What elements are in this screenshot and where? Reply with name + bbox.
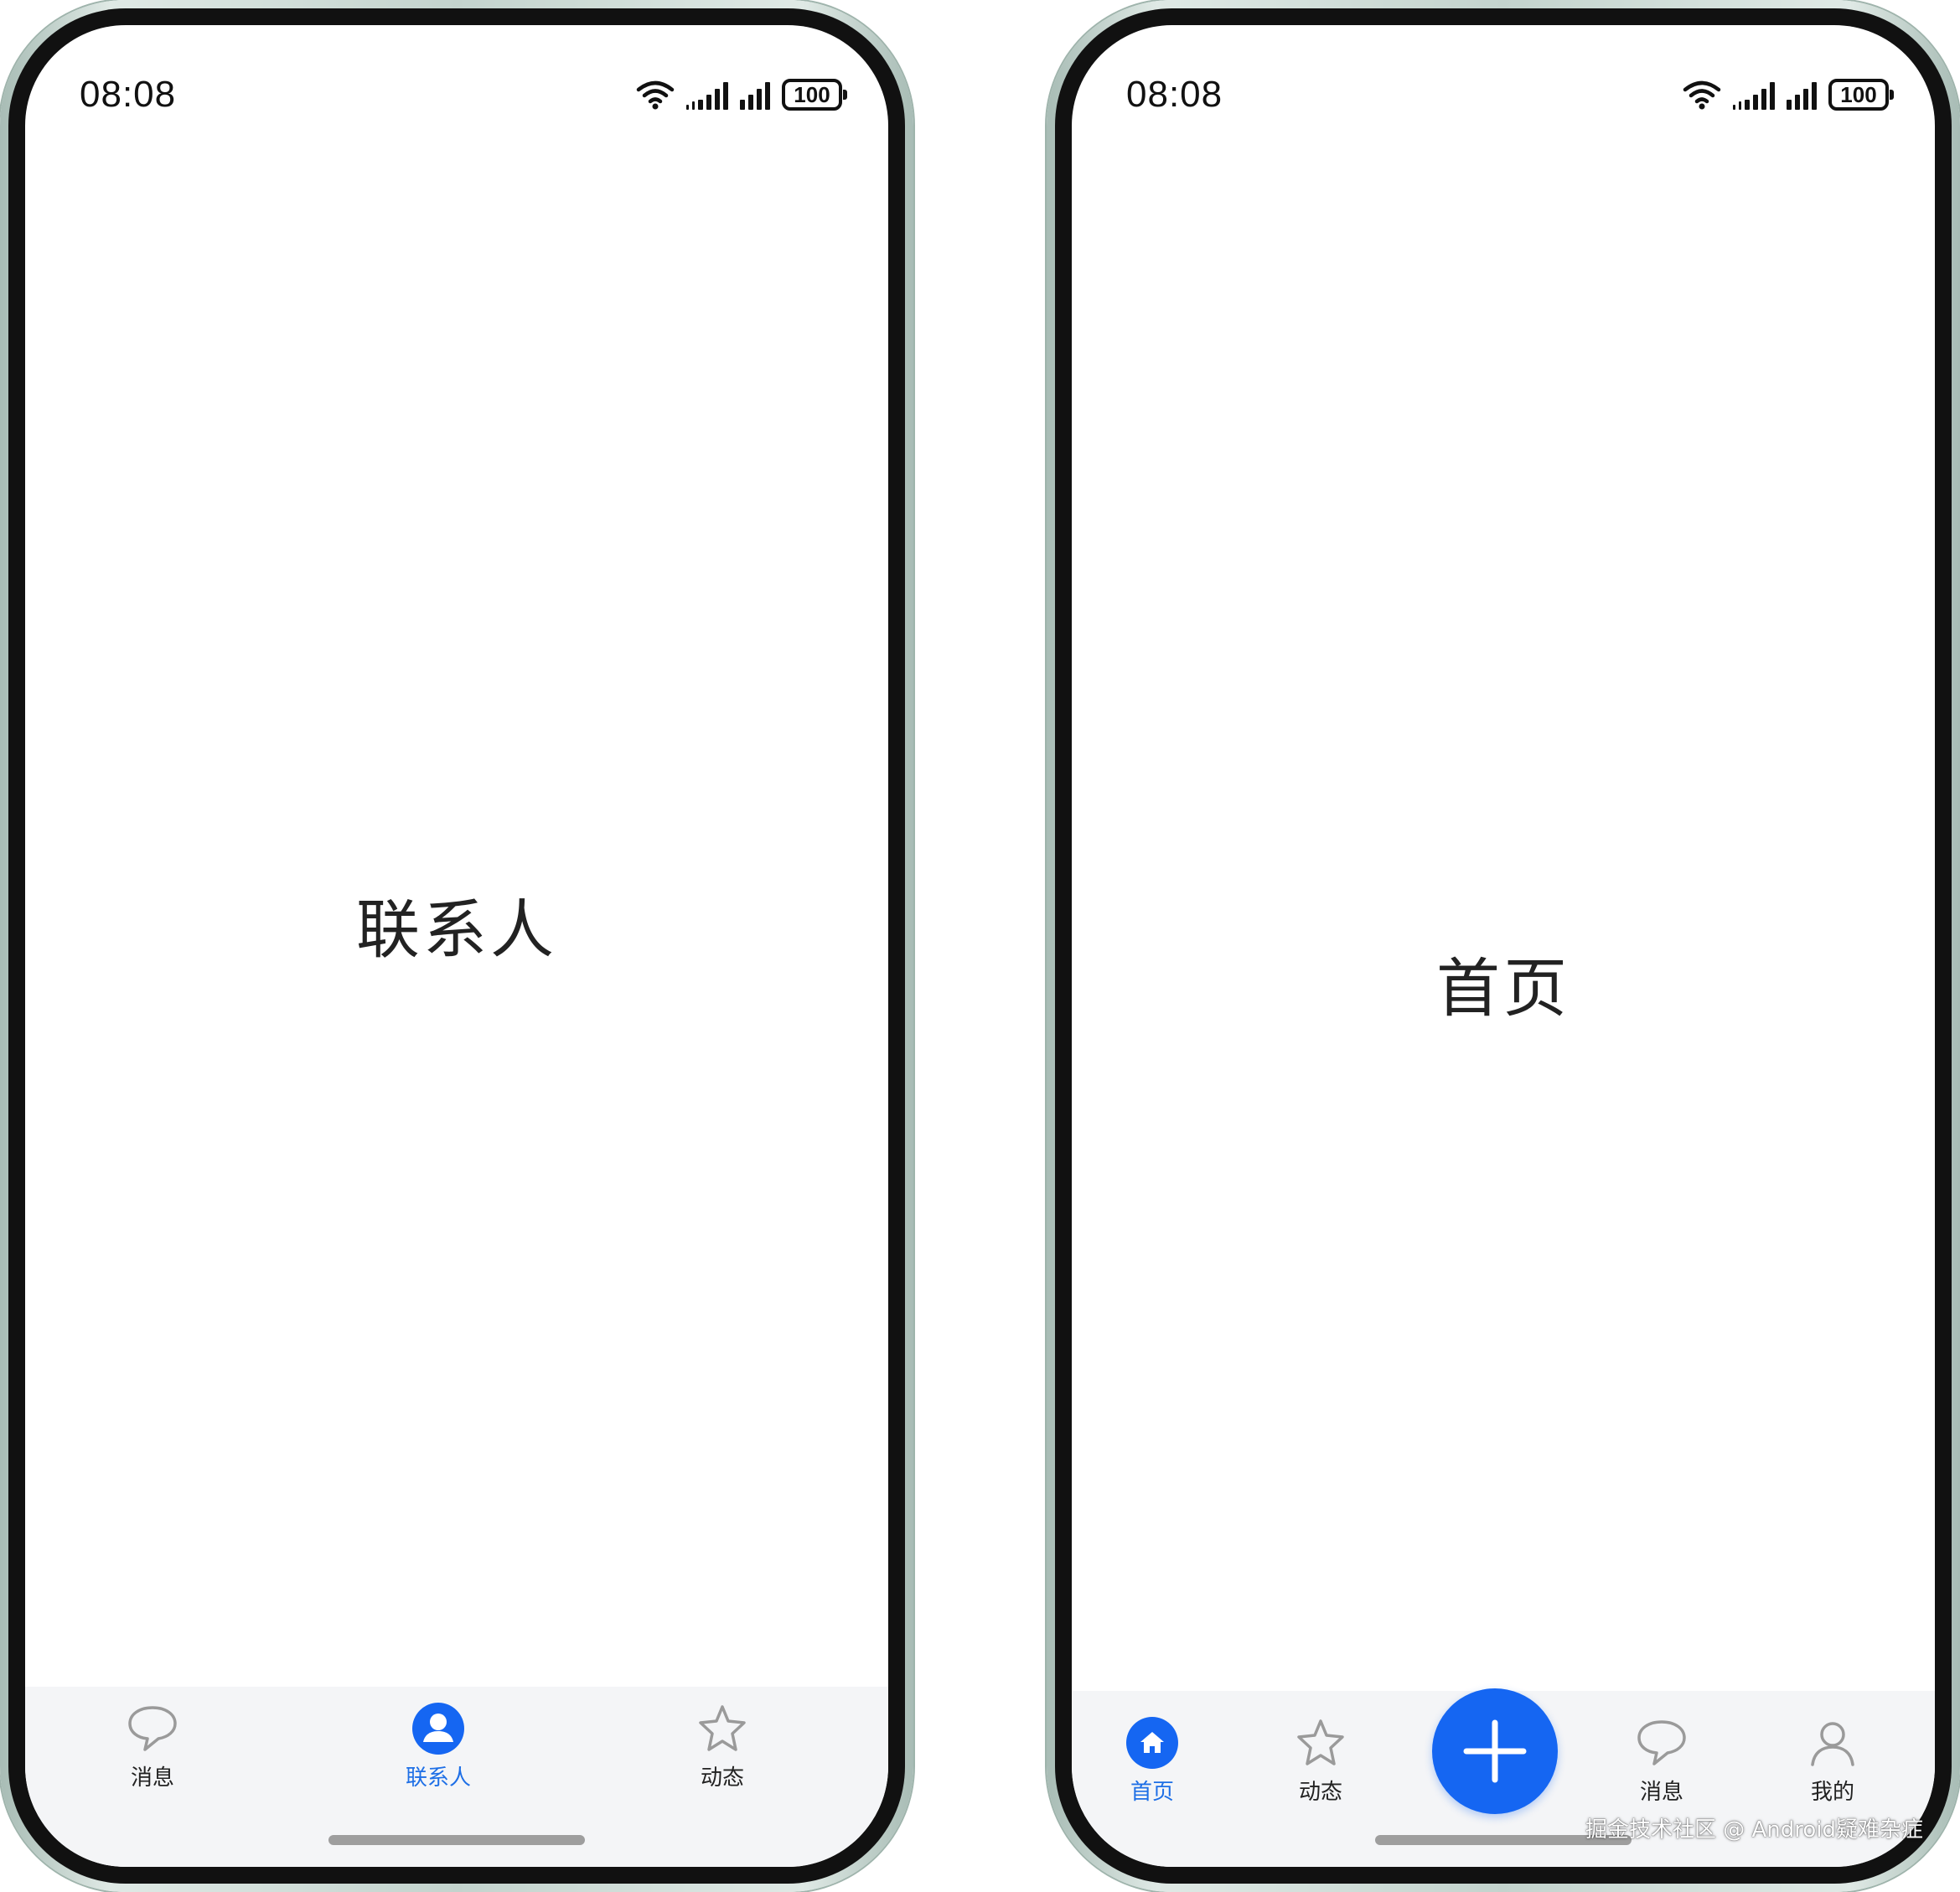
chat-bubble-icon — [1637, 1720, 1686, 1765]
tab-feed[interactable]: 动态 — [1294, 1716, 1347, 1806]
phone-left: 08:08 100 联系人 消息 联系人 动态 — [0, 0, 913, 1892]
page-title: 首页 — [1436, 951, 1570, 1026]
tab-contacts[interactable]: 联系人 — [406, 1702, 471, 1791]
battery-icon: 100 — [1828, 79, 1894, 111]
add-fab-button[interactable] — [1432, 1688, 1558, 1814]
watermark-text: 掘金技术社区 @ Android疑难杂症 — [1585, 1817, 1923, 1843]
tab-feed[interactable]: 动态 — [696, 1702, 749, 1791]
star-icon — [699, 1705, 746, 1751]
battery-icon: 100 — [782, 79, 847, 111]
plus-icon — [1463, 1719, 1527, 1783]
tab-messages[interactable]: 消息 — [1635, 1716, 1688, 1806]
tab-messages[interactable]: 消息 — [126, 1702, 179, 1791]
phone-right: 08:08 100 首页 首页 动态 消息 我的 — [1047, 0, 1960, 1892]
signal-1-icon — [1733, 80, 1775, 110]
status-bar: 08:08 100 — [80, 74, 847, 116]
screen-home: 08:08 100 首页 首页 动态 消息 我的 — [1072, 25, 1935, 1867]
tab-profile[interactable]: 我的 — [1806, 1716, 1859, 1806]
status-time: 08:08 — [1126, 74, 1223, 115]
person-circle-icon — [412, 1703, 464, 1755]
screen-contacts: 08:08 100 联系人 消息 联系人 动态 — [25, 25, 888, 1867]
page-title: 联系人 — [356, 892, 557, 967]
signal-2-icon — [1787, 80, 1817, 110]
status-time: 08:08 — [80, 74, 177, 115]
home-icon — [1126, 1717, 1178, 1769]
chat-bubble-icon — [128, 1706, 177, 1751]
signal-1-icon — [686, 80, 728, 110]
wifi-icon — [636, 80, 675, 110]
tab-home[interactable]: 首页 — [1125, 1716, 1179, 1806]
status-bar: 08:08 100 — [1126, 74, 1894, 116]
star-icon — [1297, 1719, 1344, 1765]
home-indicator[interactable] — [328, 1835, 585, 1845]
wifi-icon — [1683, 80, 1721, 110]
signal-2-icon — [740, 80, 770, 110]
person-icon — [1811, 1722, 1854, 1766]
